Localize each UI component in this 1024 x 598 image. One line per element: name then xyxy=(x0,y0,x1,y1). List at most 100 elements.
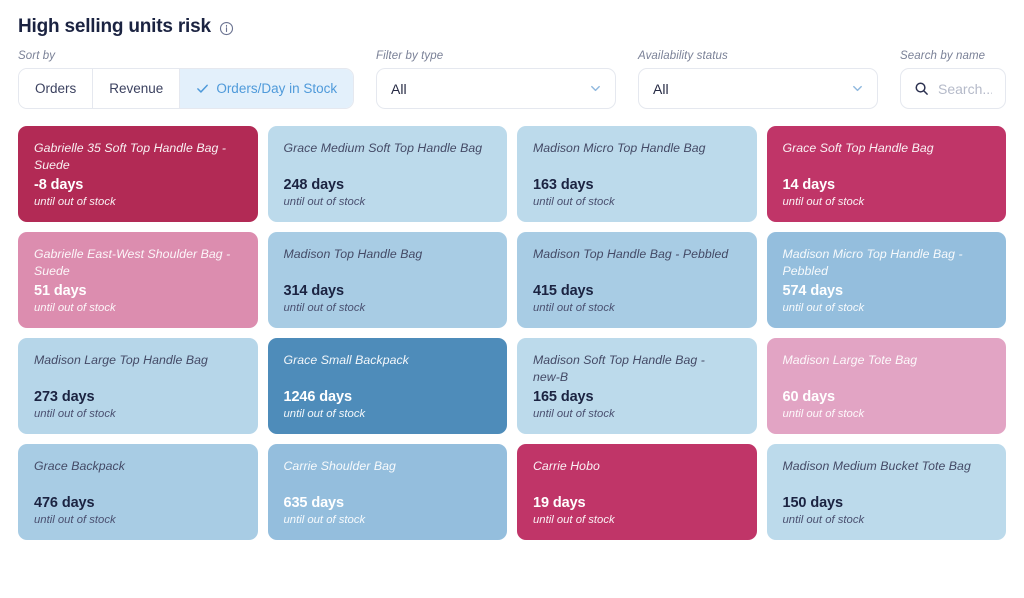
risk-card[interactable]: Grace Backpack 476 days until out of stock xyxy=(18,444,258,540)
risk-card-metric: 60 days until out of stock xyxy=(783,389,865,422)
risk-card-product-name: Madison Micro Top Handle Bag xyxy=(533,141,706,155)
risk-card-days-value: 248 days xyxy=(283,176,345,193)
risk-card-days-value: 150 days xyxy=(782,494,844,511)
filter-bar: Sort by Orders Revenue Orders/Day in Sto… xyxy=(18,50,1006,109)
sort-segmented-control[interactable]: Orders Revenue Orders/Day in Stock xyxy=(18,68,354,109)
risk-card-product-name: Madison Large Top Handle Bag xyxy=(34,353,208,367)
risk-card[interactable]: Carrie Hobo 19 days until out of stock xyxy=(517,444,757,540)
risk-card-days-value: 314 days xyxy=(283,282,345,299)
risk-card-product-name: Grace Backpack xyxy=(34,459,125,473)
risk-card-days-caption: until out of stock xyxy=(782,196,865,209)
risk-card-metric: 574 days until out of stock xyxy=(783,283,865,316)
risk-card[interactable]: Gabrielle 35 Soft Top Handle Bag - Suede… xyxy=(18,126,258,222)
availability-select-value: All xyxy=(653,80,669,97)
page-header: High selling units risk xyxy=(18,0,1006,42)
risk-card[interactable]: Carrie Shoulder Bag 635 days until out of … xyxy=(267,444,507,540)
risk-card-metric: 476 days until out of stock xyxy=(34,495,116,528)
risk-card-metric: 150 days until out of stock xyxy=(783,495,865,528)
sort-option-revenue[interactable]: Revenue xyxy=(93,69,181,108)
search-input[interactable] xyxy=(938,80,992,97)
risk-card-metric: 163 days until out of stock xyxy=(533,177,615,210)
search-icon xyxy=(914,81,929,96)
risk-card[interactable]: Madison Micro Top Handle Bag 163 days unti… xyxy=(517,126,757,222)
search-label: Search by name xyxy=(900,50,986,62)
risk-card-metric: -8 days until out of stock xyxy=(34,177,116,210)
risk-card[interactable]: Madison Large Top Handle Bag 273 days unti… xyxy=(18,338,258,434)
info-circle-icon[interactable] xyxy=(219,21,234,36)
page-title: High selling units risk xyxy=(18,16,211,37)
chevron-down-icon xyxy=(589,82,602,95)
sort-label: Sort by xyxy=(18,50,56,62)
risk-card[interactable]: Gabrielle East-West Shoulder Bag - Suede… xyxy=(18,232,258,328)
risk-card-product-name: Gabrielle 35 Soft Top Handle Bag - Suede xyxy=(34,141,226,172)
risk-card-days-value: 1246 days xyxy=(283,388,353,405)
risk-card[interactable]: Grace Small Backpack 1246 days until out o… xyxy=(267,338,507,434)
sort-option-orders-per-day-in-stock-label: Orders/Day in Stock xyxy=(216,81,338,96)
risk-card[interactable]: Grace Medium Soft Top Handle Bag 248 days… xyxy=(267,126,507,222)
type-select-value: All xyxy=(391,80,407,97)
risk-card[interactable]: Madison Micro Top Handle Bag - Pebbled 57… xyxy=(766,232,1006,328)
check-icon xyxy=(196,82,209,95)
risk-card-product-name: Carrie Hobo xyxy=(533,459,600,473)
risk-card-days-value: 165 days xyxy=(533,388,594,405)
risk-card-metric: 248 days until out of stock xyxy=(284,177,366,210)
risk-card-days-caption: until out of stock xyxy=(533,514,615,527)
filter-group-search: Search by name xyxy=(900,50,1006,109)
risk-card-metric: 273 days until out of stock xyxy=(34,389,116,422)
risk-card[interactable]: Madison Medium Bucket Tote Bag 150 days un… xyxy=(766,444,1006,540)
type-select[interactable]: All xyxy=(376,68,616,109)
risk-card-days-caption: until out of stock xyxy=(533,408,615,421)
risk-card-days-value: 19 days xyxy=(533,494,586,511)
risk-card-days-value: 14 days xyxy=(782,176,836,193)
risk-card-metric: 415 days until out of stock xyxy=(533,283,615,316)
risk-card[interactable]: Grace Soft Top Handle Bag 14 days until ou… xyxy=(766,126,1006,222)
risk-card-product-name: Madison Soft Top Handle Bag - new-B xyxy=(533,353,705,384)
sort-option-orders-label: Orders xyxy=(35,81,77,96)
risk-card[interactable]: Madison Top Handle Bag - Pebbled 415 days… xyxy=(517,232,757,328)
risk-card-days-caption: until out of stock xyxy=(283,196,366,209)
risk-card-days-caption: until out of stock xyxy=(283,408,366,421)
risk-card-days-caption: until out of stock xyxy=(34,408,116,421)
risk-card-metric: 14 days until out of stock xyxy=(783,177,865,210)
risk-card-product-name: Grace Medium Soft Top Handle Bag xyxy=(283,141,483,155)
risk-card-metric: 165 days until out of stock xyxy=(533,389,615,422)
sort-option-revenue-label: Revenue xyxy=(109,81,164,96)
risk-card-days-caption: until out of stock xyxy=(283,514,366,527)
filter-group-availability: Availability status All xyxy=(638,50,878,109)
risk-card-product-name: Madison Top Handle Bag xyxy=(283,247,423,261)
risk-card-grid: Gabrielle 35 Soft Top Handle Bag - Suede… xyxy=(18,126,1006,540)
sort-option-orders[interactable]: Orders xyxy=(19,69,94,108)
risk-card-days-caption: until out of stock xyxy=(34,514,116,527)
availability-label: Availability status xyxy=(638,50,728,62)
risk-card-days-caption: until out of stock xyxy=(782,408,865,421)
risk-card-days-caption: until out of stock xyxy=(533,302,615,315)
risk-card-metric: 1246 days until out of stock xyxy=(284,389,366,422)
risk-card-days-value: 415 days xyxy=(533,282,594,299)
risk-card-days-value: 574 days xyxy=(782,282,844,299)
risk-card-days-caption: until out of stock xyxy=(283,302,366,315)
risk-card-days-caption: until out of stock xyxy=(782,302,865,315)
risk-card-days-value: 476 days xyxy=(34,494,95,511)
sort-option-orders-per-day-in-stock[interactable]: Orders/Day in Stock xyxy=(180,69,353,108)
risk-card-days-value: 51 days xyxy=(34,282,87,299)
risk-card-product-name: Madison Medium Bucket Tote Bag xyxy=(782,459,971,473)
risk-card-days-value: -8 days xyxy=(34,176,84,193)
risk-card-days-value: 635 days xyxy=(283,494,345,511)
type-label: Filter by type xyxy=(376,50,444,62)
search-box[interactable] xyxy=(900,68,1006,109)
risk-card[interactable]: Madison Soft Top Handle Bag - new-B 165 d… xyxy=(517,338,757,434)
risk-card-days-caption: until out of stock xyxy=(533,196,615,209)
risk-card[interactable]: Madison Top Handle Bag 314 days until out … xyxy=(267,232,507,328)
risk-card-product-name: Madison Micro Top Handle Bag - Pebbled xyxy=(782,247,963,278)
risk-card-days-caption: until out of stock xyxy=(782,514,865,527)
risk-card-days-caption: until out of stock xyxy=(34,196,116,209)
risk-card-product-name: Grace Soft Top Handle Bag xyxy=(782,141,934,155)
risk-card[interactable]: Madison Large Tote Bag 60 days until out o… xyxy=(766,338,1006,434)
availability-select[interactable]: All xyxy=(638,68,878,109)
filter-group-sort: Sort by Orders Revenue Orders/Day in Sto… xyxy=(18,50,354,109)
risk-card-metric: 635 days until out of stock xyxy=(284,495,366,528)
risk-card-product-name: Madison Large Tote Bag xyxy=(782,353,918,367)
risk-card-product-name: Madison Top Handle Bag - Pebbled xyxy=(533,247,729,261)
chevron-down-icon xyxy=(851,82,864,95)
risk-card-product-name: Gabrielle East-West Shoulder Bag - Suede xyxy=(34,247,231,278)
